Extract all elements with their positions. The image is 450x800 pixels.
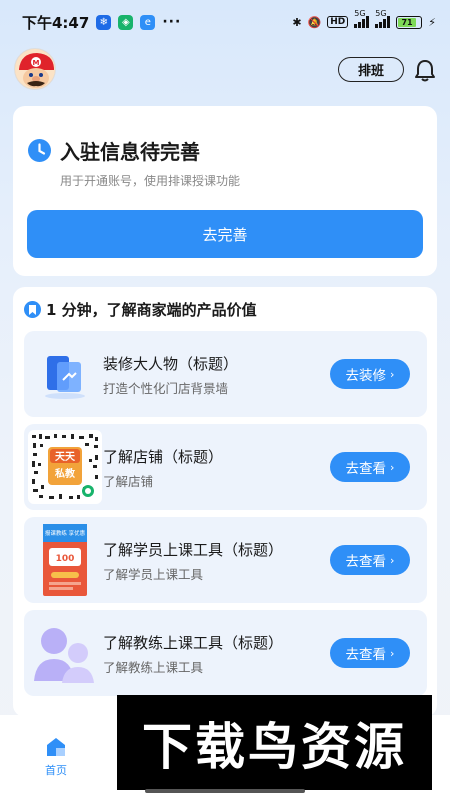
chevron-right-icon: › <box>390 460 395 474</box>
signal-icon-2: 5G <box>375 9 391 28</box>
list-item-coach-tools[interactable]: 了解教练上课工具（标题） 了解教练上课工具 去查看 › <box>24 610 427 696</box>
home-icon <box>44 735 68 759</box>
home-indicator <box>145 789 305 793</box>
list-item-store[interactable]: 天天 私教 了解店铺（标题） 了解店铺 去查看 › <box>24 424 427 510</box>
item-subtitle: 了解店铺 <box>103 474 154 489</box>
item-title: 了解教练上课工具（标题） <box>103 634 284 652</box>
shield-app-icon: ◈ <box>118 14 134 30</box>
tab-home-label: 首页 <box>45 764 67 777</box>
status-time: 下午4:47 <box>22 13 90 32</box>
qr-code-image: 天天 私教 <box>28 430 102 504</box>
section-title: 1 分钟，了解商家端的产品价值 <box>46 301 257 319</box>
tab-home[interactable]: 首页 <box>36 735 76 778</box>
complete-info-button[interactable]: 去完善 <box>27 210 423 258</box>
bookmark-icon <box>24 301 41 318</box>
svg-text:报课教练 享优惠: 报课教练 享优惠 <box>45 529 86 537</box>
svg-text:100: 100 <box>56 554 75 564</box>
svg-text:M: M <box>33 59 40 67</box>
more-notifications-icon: ··· <box>162 14 182 30</box>
mute-icon: 🔕 <box>307 15 322 29</box>
clock-icon <box>28 139 51 162</box>
onboarding-card: 入驻信息待完善 用于开通账号，使用排课授课功能 去完善 <box>13 106 437 276</box>
svg-text:天天: 天天 <box>55 451 76 463</box>
charging-icon: ⚡ <box>428 15 436 29</box>
chevron-right-icon: › <box>390 553 395 567</box>
item-title: 了解学员上课工具（标题） <box>103 541 284 559</box>
onboarding-subtitle: 用于开通账号，使用排课授课功能 <box>60 174 241 188</box>
item-subtitle: 了解学员上课工具 <box>103 567 204 582</box>
hd-voice-icon: HD <box>327 16 349 28</box>
view-coach-tools-button[interactable]: 去查看 › <box>330 638 410 668</box>
chevron-right-icon: › <box>390 367 395 381</box>
svg-text:私教: 私教 <box>54 467 76 480</box>
e-app-icon: e <box>140 14 156 30</box>
schedule-button[interactable]: 排班 <box>338 57 404 82</box>
list-item-student-tools[interactable]: 报课教练 享优惠 100 了解学员上课工具（标题） 了解学员上课工具 去查看 › <box>24 517 427 603</box>
item-title: 装修大人物（标题） <box>103 355 239 373</box>
watermark-overlay: 下载鸟资源 <box>117 695 432 790</box>
student-tools-poster: 报课教练 享优惠 100 <box>28 523 102 597</box>
watermark-text: 下载鸟资源 <box>142 717 407 776</box>
view-store-button[interactable]: 去查看 › <box>330 452 410 482</box>
item-subtitle: 打造个性化门店背景墙 <box>103 381 229 396</box>
signal-icon: 5G <box>354 9 370 28</box>
product-value-section: 1 分钟，了解商家端的产品价值 装修大人物（标题） 打造个性化门店背景墙 去装修… <box>13 287 437 717</box>
item-title: 了解店铺（标题） <box>103 448 224 466</box>
decorate-button[interactable]: 去装修 › <box>330 359 410 389</box>
chevron-right-icon: › <box>390 646 395 660</box>
bluetooth-icon: ✱ <box>292 15 302 29</box>
decoration-icon <box>28 337 102 411</box>
view-student-tools-button[interactable]: 去查看 › <box>330 545 410 575</box>
coach-users-icon <box>28 616 102 690</box>
status-bar: 下午4:47 ❄ ◈ e ··· ✱ 🔕 HD 5G 5G 71 ⚡ <box>0 0 450 44</box>
bell-icon[interactable] <box>414 58 436 82</box>
list-item-decoration[interactable]: 装修大人物（标题） 打造个性化门店背景墙 去装修 › <box>24 331 427 417</box>
battery-icon: 71 <box>396 15 423 29</box>
item-subtitle: 了解教练上课工具 <box>103 660 204 675</box>
onboarding-title: 入驻信息待完善 <box>60 140 200 164</box>
avatar[interactable]: M <box>14 48 56 90</box>
app-notification-icon: ❄ <box>96 14 112 30</box>
